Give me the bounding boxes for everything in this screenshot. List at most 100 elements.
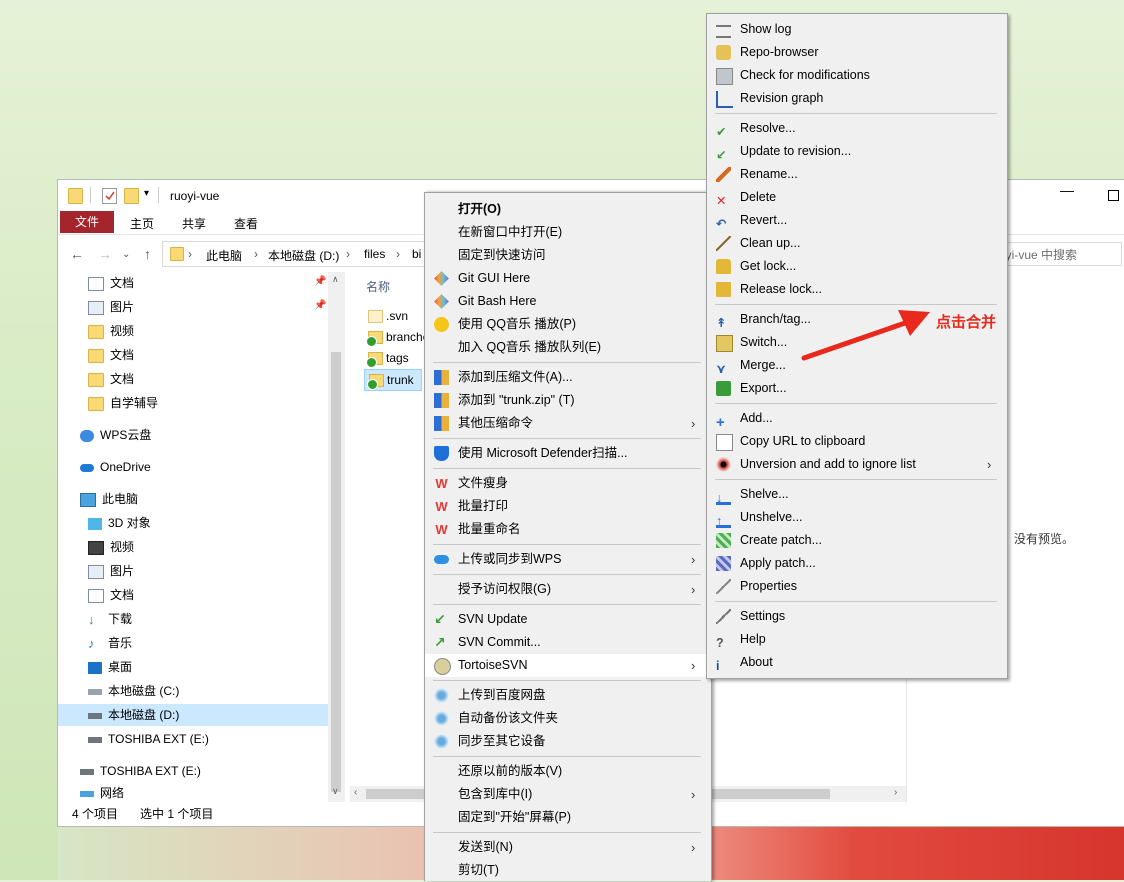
quick-access-dropdown-icon[interactable]: ▾ [144,188,149,199]
menu-item[interactable]: ↑ Unshelve... [707,506,1005,529]
menu-item[interactable]: i About [707,651,1005,674]
menu-item[interactable]: 发送到(N) › [425,836,709,859]
nav-item[interactable]: 3D 对象 [88,512,151,534]
menu-item[interactable]: Git GUI Here [425,267,709,290]
minimize-button[interactable]: — [1060,182,1074,198]
menu-item[interactable]: 上传或同步到WPS › [425,548,709,571]
menu-item[interactable]: 加入 QQ音乐 播放队列(E) [425,336,709,359]
column-header-name[interactable]: 名称 [366,278,390,295]
menu-item[interactable]: 其他压缩命令 › [425,412,709,435]
up-button[interactable]: ↑ [144,246,151,262]
menu-item[interactable]: ↶ Revert... [707,209,1005,232]
menu-item[interactable]: W 文件瘦身 [425,472,709,495]
file-item-selected[interactable]: trunk [364,369,422,391]
menu-item[interactable]: Revision graph [707,87,1005,110]
menu-item[interactable]: Copy URL to clipboard [707,430,1005,453]
menu-item[interactable]: 添加到 "trunk.zip" (T) [425,389,709,412]
menu-item[interactable]: W 批量重命名 [425,518,709,541]
file-item[interactable]: tags [364,348,409,368]
menu-item[interactable]: Get lock... [707,255,1005,278]
menu-item[interactable]: 自动备份该文件夹 [425,707,709,730]
tab-share[interactable]: 共享 [182,215,206,232]
back-button[interactable]: ← [70,246,84,262]
menu-item[interactable]: ✔ Resolve... [707,117,1005,140]
menu-item[interactable]: 包含到库中(I) › [425,783,709,806]
menu-item[interactable]: Unversion and add to ignore list › [707,453,1005,476]
menu-item[interactable]: Release lock... [707,278,1005,301]
menu-item[interactable]: 添加到压缩文件(A)... [425,366,709,389]
menu-item[interactable]: Check for modifications [707,64,1005,87]
breadcrumb-item[interactable]: bi [412,247,421,261]
nav-item[interactable]: OneDrive [80,456,151,478]
nav-scrollbar[interactable]: ∧ ∨ [328,272,344,802]
menu-item[interactable]: Properties [707,575,1005,598]
menu-item[interactable]: W 批量打印 [425,495,709,518]
scroll-right-icon[interactable]: › [894,787,897,798]
nav-item[interactable]: ↓ 下载 [88,608,132,630]
menu-item[interactable]: ? Help [707,628,1005,651]
menu-item[interactable]: Settings [707,605,1005,628]
breadcrumb-item[interactable]: files [364,247,385,261]
menu-item[interactable]: 使用 Microsoft Defender扫描... [425,442,709,465]
menu-item[interactable]: ↙ Update to revision... [707,140,1005,163]
menu-item[interactable]: 上传到百度网盘 [425,684,709,707]
file-item[interactable]: .svn [364,306,408,326]
menu-item[interactable]: 剪切(T) [425,859,709,882]
nav-item[interactable]: WPS云盘 [80,424,151,446]
maximize-button[interactable] [1108,190,1119,201]
menu-item[interactable]: ↙ SVN Update [425,608,709,631]
menu-item[interactable]: Apply patch... [707,552,1005,575]
nav-item[interactable]: ♪ 音乐 [88,632,132,654]
scroll-down-icon[interactable]: ∨ [332,786,339,797]
menu-item[interactable]: 在新窗口中打开(E) [425,221,709,244]
pin-icon[interactable]: 📌 [314,276,326,287]
menu-item[interactable]: Repo-browser [707,41,1005,64]
properties-icon[interactable] [102,188,117,204]
nav-item[interactable]: 网络 [80,786,124,800]
menu-item[interactable]: 还原以前的版本(V) [425,760,709,783]
pin-icon[interactable]: 📌 [314,300,326,311]
breadcrumb-item[interactable]: 本地磁盘 (D:) [268,247,339,264]
scroll-up-icon[interactable]: ∧ [332,274,339,285]
menu-item[interactable]: TortoiseSVN › [425,654,709,677]
menu-item[interactable]: Create patch... [707,529,1005,552]
menu-item[interactable]: 打开(O) [425,198,709,221]
nav-item[interactable]: 文档 [88,368,134,390]
nav-item[interactable]: TOSHIBA EXT (E:) [88,728,209,750]
nav-item[interactable]: 文档 [88,584,134,606]
menu-item[interactable]: Rename... [707,163,1005,186]
nav-item[interactable]: TOSHIBA EXT (E:) [80,760,201,782]
nav-item[interactable]: 文档 [88,272,134,294]
nav-item[interactable]: 视频 [88,320,134,342]
tab-file[interactable]: 文件 [60,211,114,233]
nav-item[interactable]: 桌面 [88,656,132,678]
menu-item[interactable]: Show log [707,18,1005,41]
nav-item[interactable]: 文档 [88,344,134,366]
scroll-left-icon[interactable]: ‹ [354,787,357,798]
menu-item[interactable]: ↗ SVN Commit... [425,631,709,654]
nav-item-selected[interactable]: 本地磁盘 (D:) [58,704,328,726]
menu-item[interactable]: 同步至其它设备 [425,730,709,753]
scroll-thumb[interactable] [331,352,341,792]
menu-item[interactable]: 使用 QQ音乐 播放(P) [425,313,709,336]
recent-dropdown-icon[interactable]: ⌄ [122,249,130,260]
tab-view[interactable]: 查看 [234,215,258,232]
menu-item[interactable]: ✕ Delete [707,186,1005,209]
nav-item[interactable]: 图片 [88,560,134,582]
search-input[interactable]: oyi-vue 中搜索 [994,242,1122,266]
forward-button[interactable]: → [98,246,112,262]
tab-home[interactable]: 主页 [130,215,154,232]
nav-item[interactable]: 此电脑 [80,488,138,510]
menu-item[interactable]: ↓ Shelve... [707,483,1005,506]
nav-item[interactable]: 视频 [88,536,134,558]
breadcrumb-item[interactable]: 此电脑 [206,247,242,264]
nav-item[interactable]: 图片 [88,296,134,318]
nav-item[interactable]: 自学辅导 [88,392,158,414]
menu-item[interactable]: + Add... [707,407,1005,431]
new-folder-icon[interactable] [124,188,139,204]
menu-item[interactable]: 固定到快速访问 [425,244,709,267]
nav-item[interactable]: 本地磁盘 (C:) [88,680,179,702]
menu-item[interactable]: Export... [707,377,1005,400]
menu-item[interactable]: 固定到"开始"屏幕(P) [425,806,709,829]
menu-item[interactable]: Git Bash Here [425,290,709,313]
